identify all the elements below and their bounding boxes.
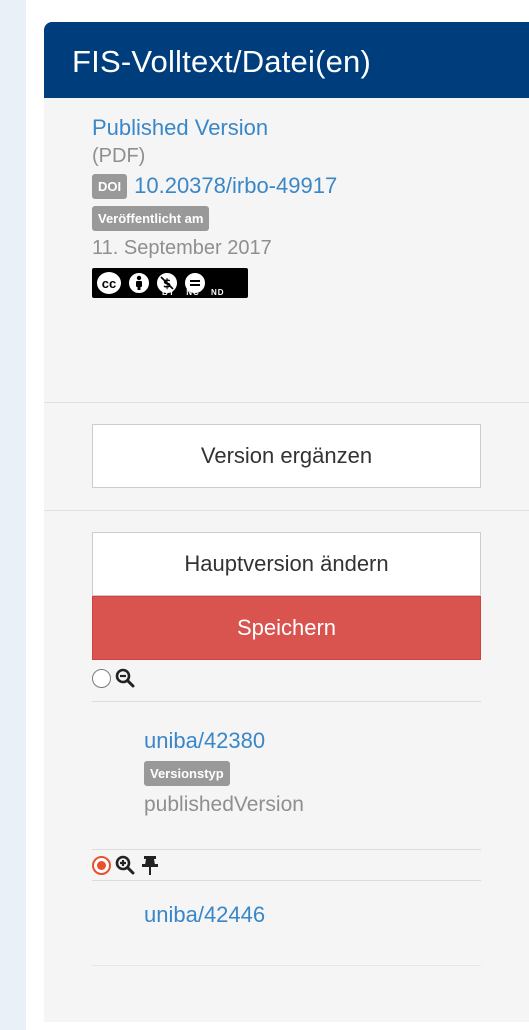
file-title-link[interactable]: Published Version	[92, 114, 529, 142]
version-link-1[interactable]: uniba/42380	[144, 727, 529, 755]
version-radio-2[interactable]	[92, 855, 111, 875]
file-format: (PDF)	[92, 145, 146, 167]
zoom-out-icon[interactable]	[114, 667, 136, 689]
add-version-section: Version ergänzen	[44, 402, 529, 511]
published-row: Veröffentlicht am	[92, 202, 529, 234]
cc-logo-icon: cc	[95, 270, 123, 296]
doi-badge: DOI	[92, 173, 128, 199]
section-divider	[44, 510, 529, 511]
zoom-in-icon[interactable]	[114, 854, 136, 876]
fulltext-panel: FIS-Volltext/Datei(en) Published Version…	[44, 22, 529, 1022]
version-section: Hauptversion ändern Speichern uniba/4238…	[44, 512, 529, 966]
version-divider	[92, 965, 481, 966]
version-type-badge: Versionstyp	[144, 760, 230, 786]
version-controls-2	[92, 850, 529, 880]
license-badge[interactable]: cc $ BY NC ND	[92, 268, 529, 298]
version-item-1: uniba/42380 Versionstyp publishedVersion	[92, 727, 529, 819]
pin-icon[interactable]	[139, 854, 161, 876]
published-badge: Veröffentlicht am	[92, 205, 210, 231]
version-divider	[92, 701, 481, 702]
file-info: Published Version (PDF) DOI 10.20378/irb…	[44, 98, 529, 298]
version-item-2: uniba/42446	[92, 901, 529, 929]
panel-title: FIS-Volltext/Datei(en)	[44, 22, 529, 98]
add-version-button[interactable]: Version ergänzen	[92, 424, 481, 488]
doi-link[interactable]: 10.20378/irbo-49917	[134, 173, 337, 199]
version-link-2[interactable]: uniba/42446	[144, 901, 529, 929]
version-type-row: Versionstyp	[144, 755, 529, 791]
doi-row: DOI 10.20378/irbo-49917	[92, 170, 529, 202]
license-labels: BY NC ND	[162, 288, 225, 297]
change-main-version-button[interactable]: Hauptversion ändern	[92, 532, 481, 596]
version-divider	[92, 880, 481, 881]
version-type: publishedVersion	[144, 793, 304, 816]
save-button[interactable]: Speichern	[92, 596, 481, 660]
version-controls-1	[92, 663, 529, 693]
cc-by-nc-nd-icon: cc $ BY NC ND	[92, 268, 248, 298]
version-radio-1[interactable]	[92, 668, 111, 688]
published-date: 11. September 2017	[92, 237, 272, 259]
attribution-icon	[127, 271, 151, 295]
